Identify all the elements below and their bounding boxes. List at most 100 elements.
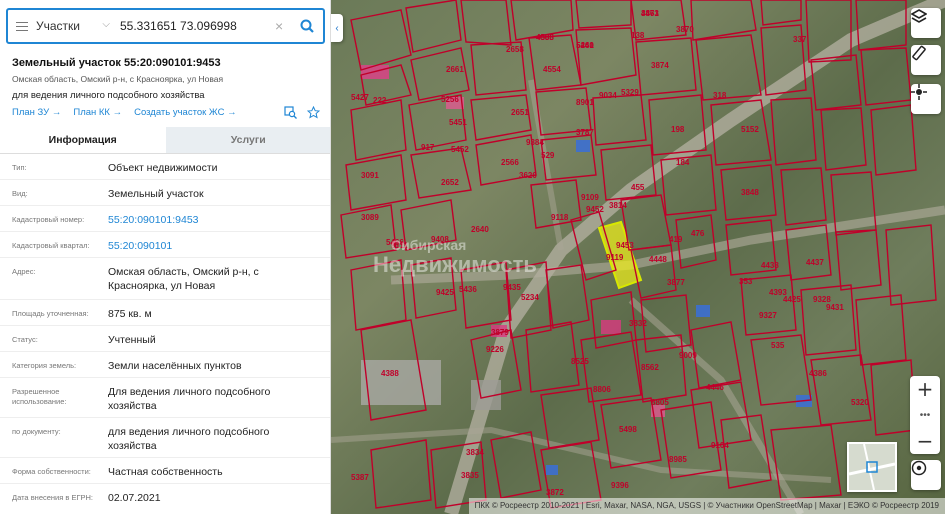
parcel-outline[interactable] bbox=[405, 0, 462, 53]
property-row: Статус: Учтенный bbox=[0, 326, 330, 352]
property-value: Частная собственность bbox=[108, 466, 223, 478]
parcel-number-label: 917 bbox=[421, 143, 435, 152]
parcel-number-label: 4386 bbox=[809, 369, 827, 378]
parcel-outline[interactable] bbox=[410, 47, 470, 101]
create-parcel-link[interactable]: Создать участок ЖС → bbox=[134, 107, 236, 118]
parcel-number-label: 184 bbox=[676, 158, 690, 167]
parcel-outline[interactable] bbox=[870, 104, 917, 176]
parcel-outline[interactable] bbox=[528, 34, 582, 91]
property-key: Кадастровый квартал: bbox=[12, 241, 90, 250]
parcel-number-label: 5452 bbox=[451, 145, 469, 154]
parcel-number-label: 3835 bbox=[461, 471, 479, 480]
parcel-outline[interactable] bbox=[855, 294, 907, 366]
property-value: Земли населённых пунктов bbox=[108, 360, 242, 372]
parcel-number-label: 4425 bbox=[783, 295, 801, 304]
parcel-usage-line: для ведения личного подсобного хозяйства bbox=[12, 90, 205, 101]
parcel-number-label: 5451 bbox=[449, 118, 467, 127]
parcel-outline[interactable] bbox=[370, 439, 432, 509]
plan-kk-link[interactable]: План КК → bbox=[73, 107, 122, 118]
zoom-out-button[interactable]: − bbox=[917, 430, 934, 452]
parcel-number-label: 3877 bbox=[667, 278, 685, 287]
compass-button[interactable] bbox=[911, 460, 941, 490]
parcel-outline[interactable] bbox=[470, 94, 532, 141]
parcel-outline[interactable] bbox=[660, 401, 722, 479]
parcel-outline[interactable] bbox=[885, 224, 937, 306]
parcel-outline[interactable] bbox=[580, 331, 642, 403]
tab-information[interactable]: Информация bbox=[0, 127, 166, 153]
parcel-number-label: 2658 bbox=[506, 45, 524, 54]
parcel-outline[interactable] bbox=[350, 99, 407, 161]
map-view[interactable]: 3871 4508 5260 138 3870 337 3874 2658 4554 2661 52… bbox=[331, 0, 945, 514]
parcel-number-label: 198 bbox=[671, 125, 685, 134]
property-key: Разрешенное использование: bbox=[12, 387, 67, 406]
parcel-number-label: 4463 bbox=[641, 9, 659, 18]
parcel-outline[interactable] bbox=[345, 154, 407, 211]
zoom-in-button[interactable]: + bbox=[917, 378, 934, 400]
property-value: Омская область, Омский р-н, с Красноярка… bbox=[108, 266, 259, 292]
property-key: Форма собственности: bbox=[12, 467, 91, 476]
parcel-number-label: 2651 bbox=[511, 108, 529, 117]
collapse-panel-button[interactable]: ‹ bbox=[331, 14, 343, 42]
parcel-number-label: 3814 bbox=[609, 201, 627, 210]
parcel-number-label: 9425 bbox=[436, 288, 454, 297]
layers-button[interactable] bbox=[911, 8, 941, 38]
chevron-down-icon: ⌵ bbox=[102, 19, 110, 30]
clear-icon[interactable]: × bbox=[275, 18, 291, 34]
property-row: Форма собственности: Частная собственнос… bbox=[0, 458, 330, 484]
parcel-outline[interactable] bbox=[770, 97, 817, 166]
parcel-number-label: 9396 bbox=[611, 481, 629, 490]
parcel-number-label: 2640 bbox=[471, 225, 489, 234]
parcel-number-label: 9452 bbox=[586, 205, 604, 214]
parcel-number-label: 5498 bbox=[619, 425, 637, 434]
property-row: Разрешенное использование: Для ведения л… bbox=[0, 378, 330, 418]
measure-button[interactable] bbox=[911, 45, 941, 75]
parcel-outline[interactable] bbox=[690, 0, 757, 41]
tab-services[interactable]: Услуги bbox=[165, 127, 330, 153]
search-input[interactable]: 55.331651 73.096998 bbox=[116, 19, 275, 33]
parcel-outline[interactable] bbox=[770, 424, 842, 501]
search-button[interactable] bbox=[291, 10, 323, 42]
parcel-outline[interactable] bbox=[350, 9, 412, 71]
parcel-tools bbox=[284, 106, 320, 119]
parcel-outline[interactable] bbox=[575, 0, 632, 29]
minimap[interactable] bbox=[847, 442, 897, 492]
parcel-number-label: 4448 bbox=[649, 255, 667, 264]
parcel-number-label: 9118 bbox=[551, 213, 569, 222]
parcel-number-label: 3874 bbox=[651, 61, 669, 70]
parcel-outline[interactable] bbox=[810, 354, 872, 426]
parcel-number-label: 353 bbox=[739, 277, 753, 286]
menu-icon[interactable] bbox=[8, 21, 36, 31]
locate-button[interactable] bbox=[911, 84, 941, 114]
parcel-number-label: 8562 bbox=[641, 363, 659, 372]
star-icon[interactable] bbox=[307, 106, 320, 119]
parcel-outline[interactable] bbox=[460, 0, 512, 46]
parcel-outline[interactable] bbox=[820, 107, 867, 171]
plan-zu-link[interactable]: План ЗУ → bbox=[12, 107, 61, 118]
more-icon[interactable]: ••• bbox=[920, 410, 931, 421]
parcel-outline[interactable] bbox=[835, 229, 882, 291]
parcel-outline[interactable] bbox=[575, 27, 637, 86]
property-key: Площадь уточненная: bbox=[12, 309, 89, 318]
parcel-number-label: 8525 bbox=[571, 357, 589, 366]
property-row: по документу: для ведения личного подсоб… bbox=[0, 418, 330, 458]
parcel-outline[interactable] bbox=[860, 47, 912, 106]
parcel-outline[interactable] bbox=[780, 167, 827, 226]
parcel-outline[interactable] bbox=[760, 0, 802, 26]
parcel-number-label: 3089 bbox=[361, 213, 379, 222]
parcel-outline[interactable] bbox=[410, 147, 472, 199]
parcel-number-label: 3870 bbox=[676, 25, 694, 34]
parcel-outline[interactable] bbox=[695, 34, 762, 101]
parcel-outline[interactable] bbox=[592, 94, 647, 146]
parcel-number-label: 5329 bbox=[621, 88, 639, 97]
parcel-number-label: 476 bbox=[691, 229, 705, 238]
chevron-left-icon: ‹ bbox=[335, 22, 339, 34]
zoom-to-object-icon[interactable] bbox=[284, 106, 297, 119]
parcel-number-label: 9104 bbox=[711, 441, 729, 450]
cadastral-number-link[interactable]: 55:20:090101:9453 bbox=[108, 206, 318, 231]
cadastral-quarter-link[interactable]: 55:20:090101 bbox=[108, 232, 318, 257]
layer-select[interactable]: Участки ⌵ bbox=[36, 19, 116, 33]
parcel-outline[interactable] bbox=[540, 387, 600, 449]
parcel-number-label: 9109 bbox=[581, 193, 599, 202]
property-value: Для ведения личного подсобного хозяйства bbox=[108, 386, 271, 412]
map-building bbox=[601, 320, 621, 334]
